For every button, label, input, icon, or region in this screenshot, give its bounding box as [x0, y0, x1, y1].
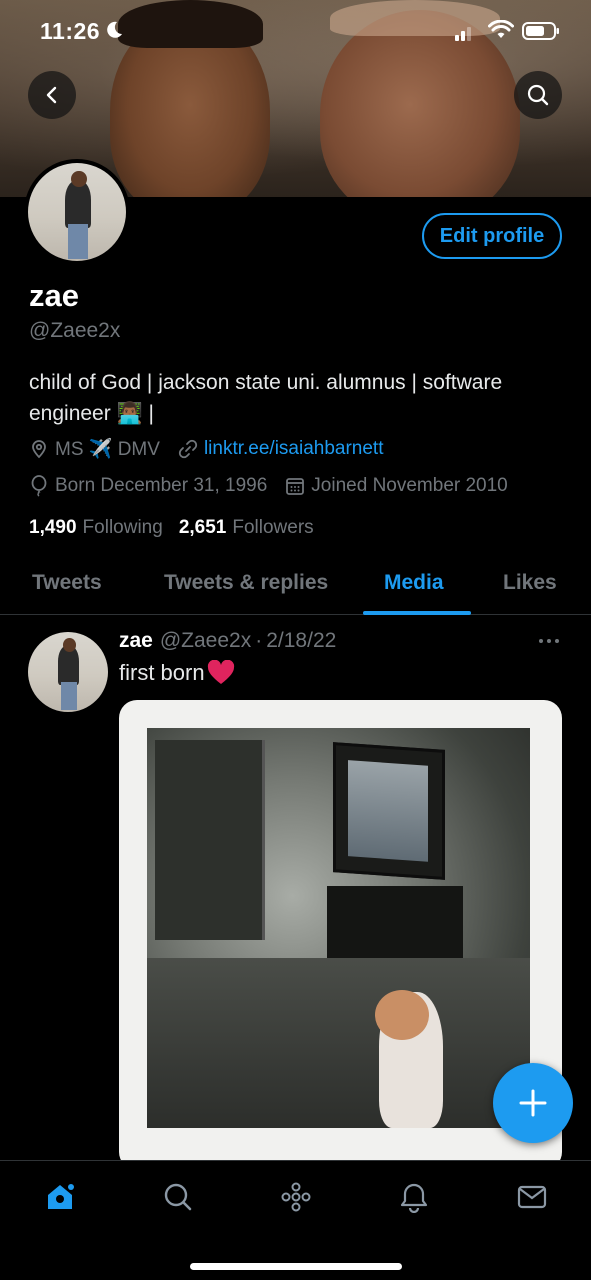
plus-icon	[519, 1089, 547, 1117]
tweet-author-name[interactable]: zae	[119, 629, 153, 653]
tweet-body: first born	[119, 660, 205, 685]
status-bar: 11:26	[0, 0, 591, 64]
status-time: 11:26	[40, 18, 101, 44]
profile-dates-row: Born December 31, 1996 Joined November 2…	[29, 475, 526, 497]
photo-tv-screen	[348, 760, 428, 862]
followers-count: 2,651	[178, 517, 227, 538]
avatar-person-legs	[68, 223, 88, 260]
more-horizontal-icon	[539, 639, 559, 643]
red-heart-icon	[207, 660, 234, 684]
following-label: Following	[82, 517, 163, 538]
link-icon	[178, 439, 198, 459]
tweet-avatar[interactable]	[28, 632, 108, 712]
tweet-text: first born	[119, 660, 235, 686]
search-icon[interactable]	[162, 1181, 194, 1213]
profile-location: MS ✈️ DMV	[29, 437, 160, 461]
followers-label: Followers	[232, 517, 314, 538]
search-icon	[527, 84, 549, 106]
profile-joined: Joined November 2010	[285, 475, 508, 497]
wifi-icon	[488, 20, 514, 38]
home-indicator	[190, 1263, 402, 1270]
tab-tweets-and-replies[interactable]: Tweets & replies	[164, 571, 328, 595]
profile-avatar[interactable]	[24, 159, 130, 265]
photo-door	[155, 740, 265, 940]
battery-icon	[522, 22, 559, 40]
cellular-signal-icon	[455, 27, 471, 41]
tweet-avatar-legs	[60, 681, 77, 711]
tweet-avatar-body	[58, 646, 80, 685]
tweet-author-handle[interactable]: @Zaee2x	[160, 629, 251, 653]
profile-handle: @Zaee2x	[29, 319, 121, 342]
tab-likes[interactable]: Likes	[503, 571, 557, 595]
mail-icon[interactable]	[516, 1181, 548, 1213]
search-button[interactable]	[514, 71, 562, 119]
link-text[interactable]: linktr.ee/isaiahbarnett	[204, 438, 384, 460]
home-icon[interactable]	[44, 1181, 76, 1213]
avatar-person-body	[65, 180, 91, 228]
profile-name: zae	[29, 278, 79, 313]
photo-tv-stand	[327, 886, 463, 966]
calendar-icon	[286, 478, 305, 495]
photo-dog-head	[375, 990, 429, 1040]
edit-profile-button[interactable]: Edit profile	[422, 213, 562, 259]
bell-icon[interactable]	[398, 1181, 430, 1213]
tab-tweets[interactable]: Tweets	[32, 571, 102, 595]
profile-bio: child of God | jackson state uni. alumnu…	[29, 371, 503, 425]
photo-tv	[333, 742, 445, 880]
bottom-nav	[0, 1160, 591, 1280]
follow-stats: 1,490 Following 2,651 Followers	[29, 517, 330, 539]
profile-tabs: Tweets Tweets & replies Media Likes	[0, 555, 591, 615]
location-pin-icon	[32, 440, 46, 459]
tweet-more-button[interactable]	[538, 634, 560, 653]
balloon-icon	[31, 475, 47, 497]
photo-floor	[147, 958, 530, 1128]
active-tab-indicator	[363, 611, 471, 615]
following-count: 1,490	[29, 517, 77, 538]
followers-link[interactable]: 2,651 Followers	[179, 517, 314, 539]
tweet-separator: ·	[255, 629, 263, 652]
moon-icon	[107, 21, 122, 38]
birthday-text: Born December 31, 1996	[55, 475, 268, 496]
location-text: MS ✈️ DMV	[55, 439, 160, 460]
joined-text: Joined November 2010	[311, 475, 508, 496]
polaroid-photo	[147, 728, 530, 1128]
avatar-person-head	[71, 170, 87, 188]
following-link[interactable]: 1,490 Following	[29, 517, 163, 539]
avatar-image	[28, 163, 126, 261]
tab-media[interactable]: Media	[384, 571, 444, 595]
profile-link[interactable]: linktr.ee/isaiahbarnett	[178, 438, 384, 460]
profile-birthday: Born December 31, 1996	[29, 475, 267, 497]
spaces-icon[interactable]	[280, 1181, 312, 1213]
back-button[interactable]	[28, 71, 76, 119]
tweet-avatar-head	[63, 638, 76, 652]
tweet-header: zae @Zaee2x · 2/18/22	[119, 629, 336, 653]
tweet-date[interactable]: 2/18/22	[266, 629, 336, 653]
compose-tweet-button[interactable]	[493, 1063, 573, 1143]
chevron-left-icon	[46, 86, 57, 104]
profile-meta-row: MS ✈️ DMV linktr.ee/isaiahbarnett	[29, 437, 402, 461]
